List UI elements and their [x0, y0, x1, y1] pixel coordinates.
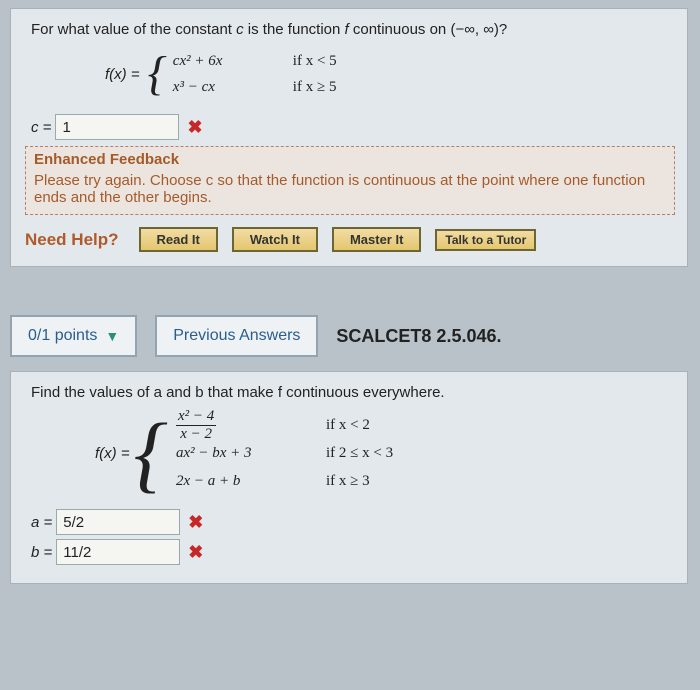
left-brace-icon: {: [148, 54, 167, 94]
answer-input-c[interactable]: 1: [55, 114, 179, 140]
answer-label: b =: [31, 544, 52, 561]
question-reference: SCALCET8 2.5.046.: [336, 326, 501, 347]
incorrect-icon: ✖: [188, 512, 203, 533]
question-header: 0/1 points ▼ Previous Answers SCALCET8 2…: [10, 315, 700, 357]
answer-label: c =: [31, 119, 51, 136]
question-1-card: For what value of the constant c is the …: [10, 8, 688, 267]
previous-answers-button[interactable]: Previous Answers: [155, 315, 318, 357]
piece-expr: cx² + 6x: [173, 53, 293, 70]
incorrect-icon: ✖: [187, 117, 202, 138]
q1-piecewise: f(x) = { cx² + 6x if x < 5 x³ − cx if x …: [105, 48, 675, 100]
piece-expr: 2x − a + b: [176, 473, 326, 490]
talk-to-tutor-button[interactable]: Talk to a Tutor: [435, 229, 536, 251]
text: For what value of the constant: [31, 21, 236, 38]
enhanced-feedback: Enhanced Feedback Please try again. Choo…: [25, 146, 675, 215]
feedback-title: Enhanced Feedback: [34, 151, 666, 168]
answer-row-a: a = 5/2 ✖: [31, 509, 675, 535]
points-text: 0/1 points: [28, 327, 97, 345]
answer-input-a[interactable]: 5/2: [56, 509, 180, 535]
q2-piecewise: f(x) = { x² − 4 x − 2 if x < 2 ax² − bx …: [95, 411, 675, 495]
feedback-body: Please try again. Choose c so that the f…: [34, 172, 666, 206]
q2-prompt: Find the values of a and b that make f c…: [31, 384, 675, 401]
piece-cond: if 2 ≤ x < 3: [326, 445, 393, 462]
text: is the function: [244, 21, 345, 38]
piece-expr: x² − 4 x − 2: [176, 409, 326, 442]
fx-label: f(x) =: [105, 66, 140, 83]
answer-label: a =: [31, 514, 52, 531]
piece-expr: x³ − cx: [173, 79, 293, 96]
need-help-label: Need Help?: [25, 230, 119, 250]
read-it-button[interactable]: Read It: [139, 227, 218, 252]
piece-cond: if x < 2: [326, 417, 370, 434]
chevron-down-icon: ▼: [105, 328, 119, 344]
points-dropdown[interactable]: 0/1 points ▼: [10, 315, 137, 357]
fx-label: f(x) =: [95, 445, 130, 462]
piece-cond: if x ≥ 3: [326, 473, 370, 490]
watch-it-button[interactable]: Watch It: [232, 227, 318, 252]
piece-expr: ax² − bx + 3: [176, 445, 326, 462]
piece-cond: if x ≥ 5: [293, 79, 337, 96]
answer-row-c: c = 1 ✖: [31, 114, 675, 140]
question-2-card: Find the values of a and b that make f c…: [10, 371, 688, 584]
text: continuous on (−∞, ∞)?: [349, 21, 508, 38]
answer-row-b: b = 11/2 ✖: [31, 539, 675, 565]
piece-cond: if x < 5: [293, 53, 337, 70]
need-help-row: Need Help? Read It Watch It Master It Ta…: [25, 227, 675, 252]
fraction-num: x² − 4: [176, 409, 216, 424]
var-c: c: [236, 21, 244, 38]
left-brace-icon: {: [134, 418, 168, 488]
incorrect-icon: ✖: [188, 542, 203, 563]
master-it-button[interactable]: Master It: [332, 227, 421, 252]
answer-input-b[interactable]: 11/2: [56, 539, 180, 565]
q1-prompt: For what value of the constant c is the …: [31, 21, 675, 38]
